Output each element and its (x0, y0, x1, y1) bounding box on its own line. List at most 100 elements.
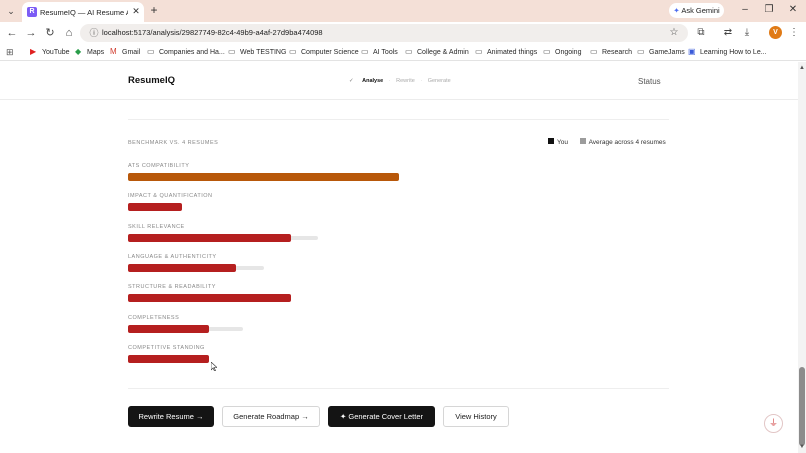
step-separator: · (420, 78, 423, 84)
rewrite-resume-button[interactable]: Rewrite Resume → (128, 406, 214, 427)
you-score-bar (128, 354, 209, 363)
bookmark-label: Computer Science (301, 49, 359, 56)
generate-roadmap-button[interactable]: Generate Roadmap → (222, 406, 320, 427)
section-divider (128, 388, 669, 389)
you-score-bar (128, 324, 209, 333)
mouse-cursor-icon (211, 362, 217, 371)
home-icon[interactable]: ⌂ (62, 26, 76, 40)
bookmark-label: AI Tools (373, 49, 398, 56)
gmail-icon: M (110, 47, 117, 56)
app-logo[interactable]: ResumeIQ (128, 75, 208, 87)
bookmark-label: GameJams (649, 49, 685, 56)
you-score-bar (128, 173, 399, 181)
bookmark-folder-companies[interactable]: ▭ Companies and Ha... (147, 46, 225, 58)
bookmark-folder-research[interactable]: ▭ Research (590, 46, 632, 58)
reload-icon[interactable]: ↻ (43, 26, 57, 40)
folder-icon: ▭ (405, 47, 413, 56)
benchmark-legend: You Average across 4 resumes (548, 138, 673, 148)
site-info-icon[interactable]: ⓘ (88, 27, 100, 39)
app-header: ResumeIQ ✓ Analyse · Rewrite · Generate … (0, 62, 798, 100)
bookmark-icon: ▣ (688, 47, 696, 56)
status-link[interactable]: Status (638, 76, 678, 87)
metric-label: COMPLETENESS (128, 314, 180, 321)
url-text: localhost:5173/analysis/29827749-82c4-49… (102, 28, 323, 37)
bookmark-label: Maps (87, 49, 105, 56)
youtube-icon: ▶ (30, 47, 37, 56)
profile-avatar[interactable]: V (769, 26, 782, 39)
forward-arrow-icon[interactable]: → (24, 26, 38, 40)
pdf-viewer-icon[interactable]: ⏚ (764, 414, 783, 433)
metric-label: ATS COMPATIBILITY (128, 163, 190, 169)
resumeiq-favicon-icon: R (27, 7, 37, 17)
downloads-icon[interactable]: ⤓ (740, 26, 754, 40)
legend-average-label: Average across 4 resumes (588, 139, 666, 146)
metric-label: IMPACT & QUANTIFICATION (128, 193, 213, 200)
bookmark-label: Ongoing (555, 49, 582, 56)
step-generate[interactable]: Generate (428, 78, 451, 84)
you-score-bar (128, 294, 291, 303)
bookmark-label: College & Admin (417, 49, 469, 56)
bookmark-maps[interactable]: ◆ Maps (75, 46, 104, 58)
bookmark-label: Gmail (122, 49, 141, 56)
folder-icon: ▭ (475, 47, 483, 56)
metric-label: LANGUAGE & AUTHENTICITY (128, 253, 217, 260)
folder-icon: ▭ (543, 47, 551, 56)
progress-steps: ✓ Analyse · Rewrite · Generate (349, 76, 469, 86)
bookmark-label: Companies and Ha... (159, 49, 225, 56)
scroll-up-arrow-icon[interactable]: ▲ (798, 64, 806, 72)
browser-tab-strip: ⌄ R ResumeIQ — AI Resume Analyz ✕ + ✦ As… (0, 0, 806, 22)
step-separator: · (388, 78, 391, 84)
you-score-bar (128, 203, 182, 212)
bookmark-label: Web TESTING (240, 49, 287, 56)
bookmark-folder-ai-tools[interactable]: ▭ AI Tools (361, 46, 398, 58)
bookmark-star-icon[interactable]: ☆ (667, 26, 681, 40)
bookmark-gmail[interactable]: M Gmail (110, 46, 140, 58)
restore-icon[interactable]: ❐ (762, 3, 776, 17)
bookmark-label: Research (602, 49, 632, 56)
browser-toolbar: ← → ↻ ⌂ ⓘ localhost:5173/analysis/298277… (0, 22, 806, 44)
apps-grid-icon[interactable]: ⊞ (6, 47, 16, 57)
ask-gemini-button[interactable]: ✦ Ask Gemini (669, 3, 724, 18)
bookmark-folder-gamejams[interactable]: ▭ GameJams (637, 46, 685, 58)
generate-cover-letter-button[interactable]: ✦ Generate Cover Letter (328, 406, 435, 427)
translate-icon[interactable]: ⇄ (721, 26, 735, 40)
you-score-bar (128, 263, 236, 272)
tab-title: ResumeIQ — AI Resume Analyz (40, 8, 128, 17)
bookmark-youtube[interactable]: ▶ YouTube (30, 46, 70, 58)
address-bar[interactable]: ⓘ localhost:5173/analysis/29827749-82c4-… (80, 24, 688, 42)
browser-menu-icon[interactable]: ⋮ (787, 26, 801, 40)
bookmark-folder-animated[interactable]: ▭ Animated things (475, 46, 537, 58)
active-tab[interactable]: R ResumeIQ — AI Resume Analyz ✕ (22, 2, 144, 22)
bookmark-folder-ongoing[interactable]: ▭ Ongoing (543, 46, 581, 58)
metric-label: COMPETITIVE STANDING (128, 344, 205, 351)
legend-average-swatch (579, 138, 586, 145)
tab-search-icon[interactable]: ⌄ (5, 5, 17, 17)
bookmark-folder-web-testing[interactable]: ▭ Web TESTING (228, 46, 286, 58)
step-rewrite[interactable]: Rewrite (396, 78, 415, 84)
extensions-icon[interactable]: ⧉ (694, 26, 708, 40)
page-scrollbar[interactable]: ▲ ▼ (798, 62, 806, 453)
bookmark-folder-college[interactable]: ▭ College & Admin (405, 46, 469, 58)
view-history-button[interactable]: View History (443, 406, 509, 427)
scroll-down-arrow-icon[interactable]: ▼ (798, 443, 806, 451)
ask-gemini-label: Ask Gemini (681, 6, 720, 15)
bookmark-learning[interactable]: ▣ Learning How to Le... (688, 46, 767, 58)
maps-icon: ◆ (75, 47, 82, 56)
tab-close-icon[interactable]: ✕ (131, 6, 141, 17)
folder-icon: ▭ (590, 47, 598, 56)
benchmark-title: BENCHMARK VS. 4 RESUMES (128, 140, 219, 146)
bookmarks-bar: ⊞ ▶ YouTube ◆ Maps M Gmail ▭ Companies and H… (0, 44, 806, 61)
folder-icon: ▭ (361, 47, 369, 56)
back-arrow-icon[interactable]: ← (5, 26, 19, 40)
you-score-bar (128, 233, 291, 242)
bookmark-label: Animated things (487, 49, 538, 56)
step-analyse[interactable]: Analyse (362, 78, 383, 84)
close-window-icon[interactable]: ✕ (786, 3, 800, 17)
minimize-icon[interactable]: – (738, 3, 752, 17)
legend-you-label: You (557, 139, 568, 146)
scrollbar-thumb[interactable] (799, 367, 805, 446)
legend-you-swatch (548, 138, 554, 145)
bookmark-folder-computer-science[interactable]: ▭ Computer Science (289, 46, 359, 58)
new-tab-plus-icon[interactable]: + (148, 4, 160, 17)
gemini-sparkle-icon: ✦ (673, 6, 680, 15)
